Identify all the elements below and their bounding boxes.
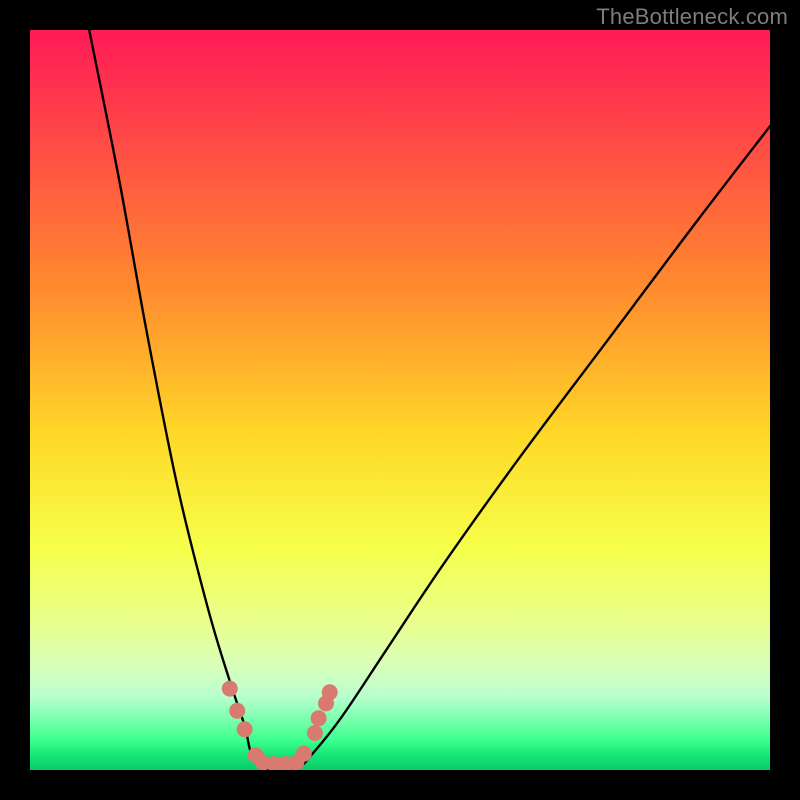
curve-marker: [322, 684, 338, 700]
curve-marker: [296, 746, 312, 762]
curve-marker: [307, 725, 323, 741]
bottleneck-curve: [89, 30, 770, 770]
curve-marker: [222, 681, 238, 697]
curve-marker: [229, 703, 245, 719]
curve-marker: [311, 710, 327, 726]
attribution-label: TheBottleneck.com: [596, 4, 788, 30]
curve-markers: [222, 681, 338, 770]
curve-layer: [30, 30, 770, 770]
plot-frame: [30, 30, 770, 770]
curve-marker: [237, 721, 253, 737]
chart-container: TheBottleneck.com: [0, 0, 800, 800]
